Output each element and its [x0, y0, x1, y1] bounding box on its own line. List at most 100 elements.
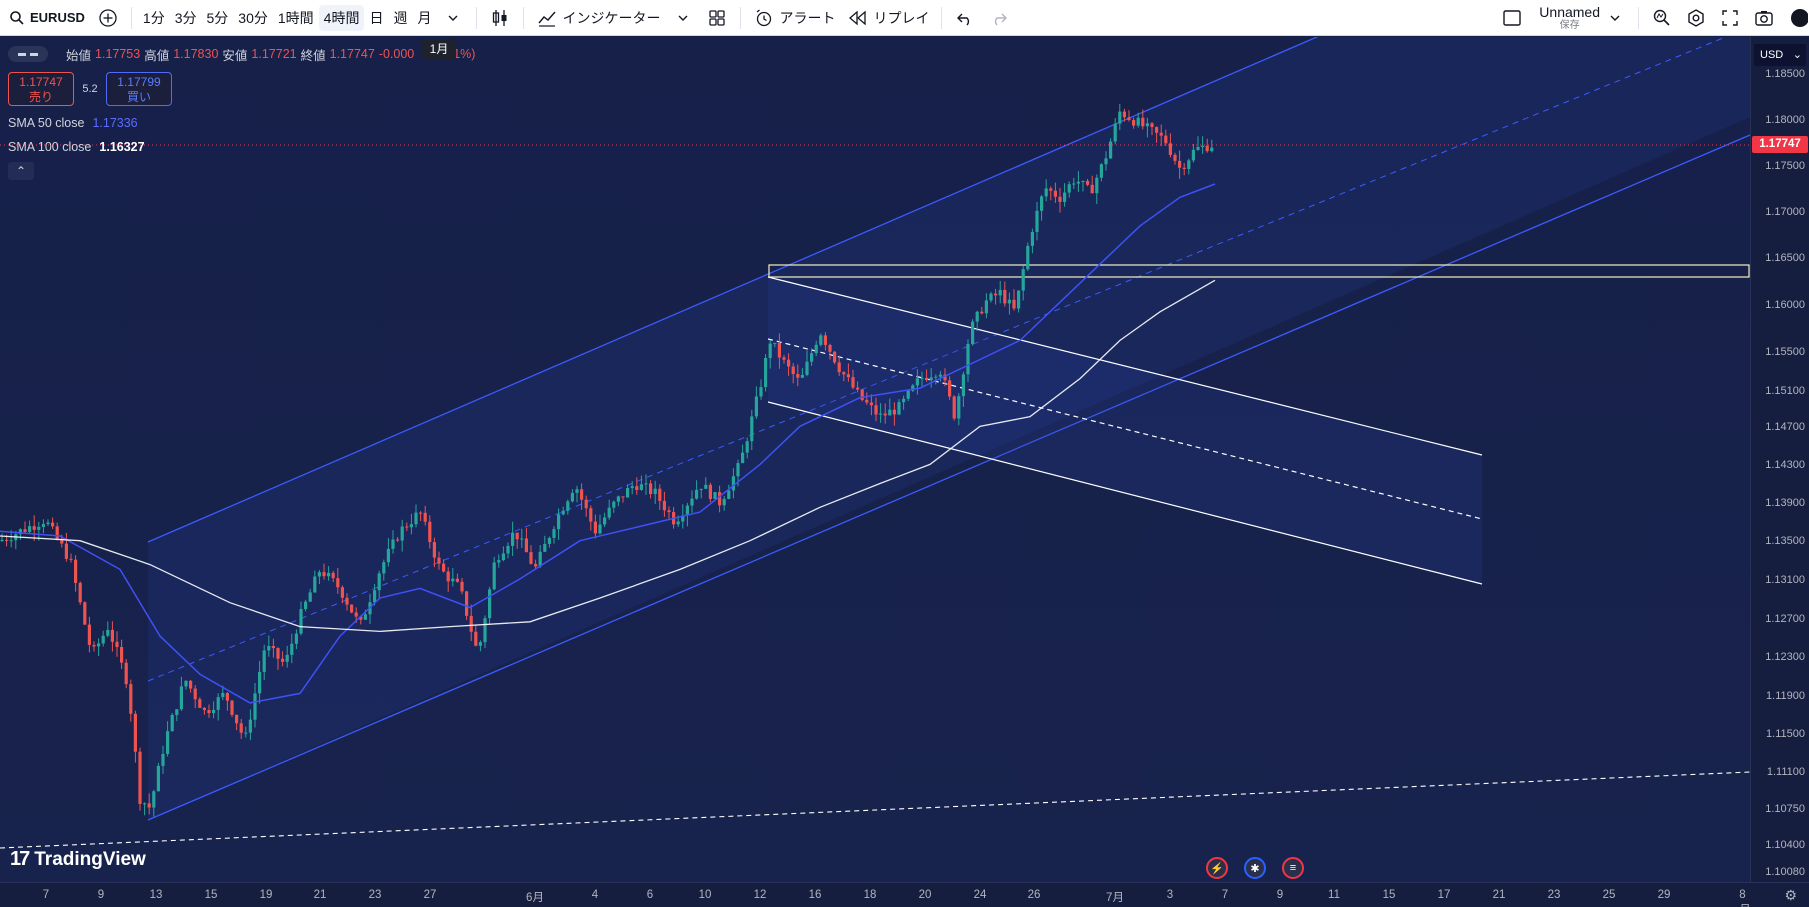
candle-body — [575, 489, 579, 493]
high-value: 1.17830 — [173, 47, 219, 61]
add-symbol-button[interactable] — [91, 0, 125, 36]
candle-body — [603, 517, 607, 525]
candle-body — [55, 526, 59, 539]
candle-body — [363, 614, 367, 620]
collapse-legend-button[interactable]: ⌃ — [8, 162, 34, 180]
candle-body — [175, 709, 179, 715]
lightning-event-icon[interactable]: ⚡ — [1206, 857, 1228, 879]
buy-price: 1.17799 — [117, 75, 161, 89]
layout-button[interactable] — [1495, 0, 1529, 36]
interval-1m[interactable]: 1分 — [138, 0, 170, 36]
alert-button[interactable]: アラート — [747, 0, 841, 36]
candle-body — [290, 643, 294, 655]
profile-button[interactable] — [1781, 0, 1809, 36]
candle-body — [1141, 117, 1145, 127]
candle-body — [202, 707, 206, 711]
candle-body — [695, 489, 699, 499]
close-label: 終値 — [300, 48, 326, 63]
candle-body — [653, 488, 657, 495]
interval-1w[interactable]: 週 — [388, 0, 412, 36]
candle-body — [74, 559, 78, 583]
candle-body — [373, 590, 377, 603]
candle-body — [598, 524, 602, 534]
price-tick: 1.18000 — [1765, 114, 1805, 126]
chevron-down-icon — [1604, 7, 1626, 29]
candle-body — [644, 483, 648, 485]
symbol-search[interactable]: EURUSD — [0, 0, 91, 36]
candle-body — [166, 731, 170, 754]
templates-button[interactable] — [700, 0, 734, 36]
interval-30m[interactable]: 30分 — [233, 0, 273, 36]
time-tick: 15 — [1382, 889, 1396, 901]
candle-body — [580, 489, 584, 500]
layout-name-button[interactable]: Unnamed 保存 — [1529, 0, 1632, 36]
candle-body — [1003, 289, 1007, 304]
candle-body — [800, 374, 804, 378]
quick-search-button[interactable] — [1645, 0, 1679, 36]
time-axis[interactable]: 7 9 13 15 19 21 23 27 6月 4 6 10 12 16 18 20 24 26 7月 3 7 9 11 1… — [0, 882, 1751, 907]
candle-body — [455, 578, 459, 582]
candle-body — [83, 602, 87, 625]
divider — [130, 6, 132, 29]
candle-body — [819, 335, 823, 345]
time-tick: 27 — [423, 889, 437, 901]
sell-button[interactable]: 1.17747 売り — [8, 72, 74, 106]
legend-toggle[interactable] — [8, 46, 48, 62]
candle-body — [124, 662, 128, 685]
time-tick: 20 — [918, 889, 932, 901]
candle-body — [1118, 111, 1122, 124]
candle-body — [221, 692, 225, 698]
candle-body — [460, 581, 464, 592]
candle-body — [1113, 123, 1117, 142]
tradingview-logo-icon: 17 — [10, 848, 30, 870]
candle-body — [106, 629, 110, 636]
indicators-icon — [536, 7, 558, 29]
eu-flag-event-icon[interactable]: ✱ — [1244, 857, 1266, 879]
layout-name: Unnamed 保存 — [1535, 5, 1604, 31]
candle-body — [248, 719, 252, 733]
candle-body — [382, 562, 386, 574]
time-tick: 18 — [863, 889, 877, 901]
candle-body — [1007, 299, 1011, 304]
price-axis[interactable]: 1.18500 1.18000 1.17500 1.17000 1.16500 1.160… — [1750, 37, 1809, 882]
replay-icon — [847, 7, 869, 29]
replay-button[interactable]: リプレイ — [841, 0, 935, 36]
candle-body — [1178, 160, 1182, 168]
redo-button[interactable] — [982, 0, 1016, 36]
time-tick: 15 — [204, 889, 218, 901]
interval-4h[interactable]: 4時間 — [318, 4, 365, 31]
us-flag-event-icon[interactable]: ≡ — [1282, 857, 1304, 879]
interval-5m[interactable]: 5分 — [202, 0, 234, 36]
candle-body — [621, 496, 625, 498]
candle-body — [1058, 196, 1062, 202]
currency-button[interactable]: USD ⌄ — [1754, 44, 1806, 66]
candle-body — [869, 402, 873, 406]
interval-dropdown[interactable] — [436, 0, 470, 36]
candle-body — [294, 633, 298, 644]
candle-body — [129, 684, 133, 714]
candle-body — [1104, 158, 1108, 165]
axis-settings-button[interactable]: ⚙ — [1750, 882, 1809, 907]
interval-3m[interactable]: 3分 — [170, 0, 202, 36]
candle-body — [570, 492, 574, 502]
chart-type-button[interactable] — [483, 0, 517, 36]
snapshot-button[interactable] — [1747, 0, 1781, 36]
undo-icon — [954, 7, 976, 29]
candle-body — [198, 699, 202, 708]
settings-button[interactable] — [1679, 0, 1713, 36]
sma100-legend[interactable]: SMA 100 close 1.16327 — [8, 136, 475, 158]
interval-1M[interactable]: 月 — [412, 0, 436, 36]
candle-body — [814, 344, 818, 354]
sma50-legend[interactable]: SMA 50 close 1.17336 — [8, 112, 475, 134]
time-tick: 19 — [259, 889, 273, 901]
quick-search-icon — [1651, 7, 1673, 29]
indicators-dropdown[interactable] — [666, 0, 700, 36]
fullscreen-button[interactable] — [1713, 0, 1747, 36]
buy-button[interactable]: 1.17799 買い — [106, 72, 172, 106]
candle-body — [350, 604, 354, 613]
indicators-button[interactable]: インジケーター — [530, 0, 666, 36]
undo-button[interactable] — [948, 0, 982, 36]
candle-body — [639, 484, 643, 490]
interval-1h[interactable]: 1時間 — [273, 0, 319, 36]
interval-1d[interactable]: 日 — [364, 0, 388, 36]
